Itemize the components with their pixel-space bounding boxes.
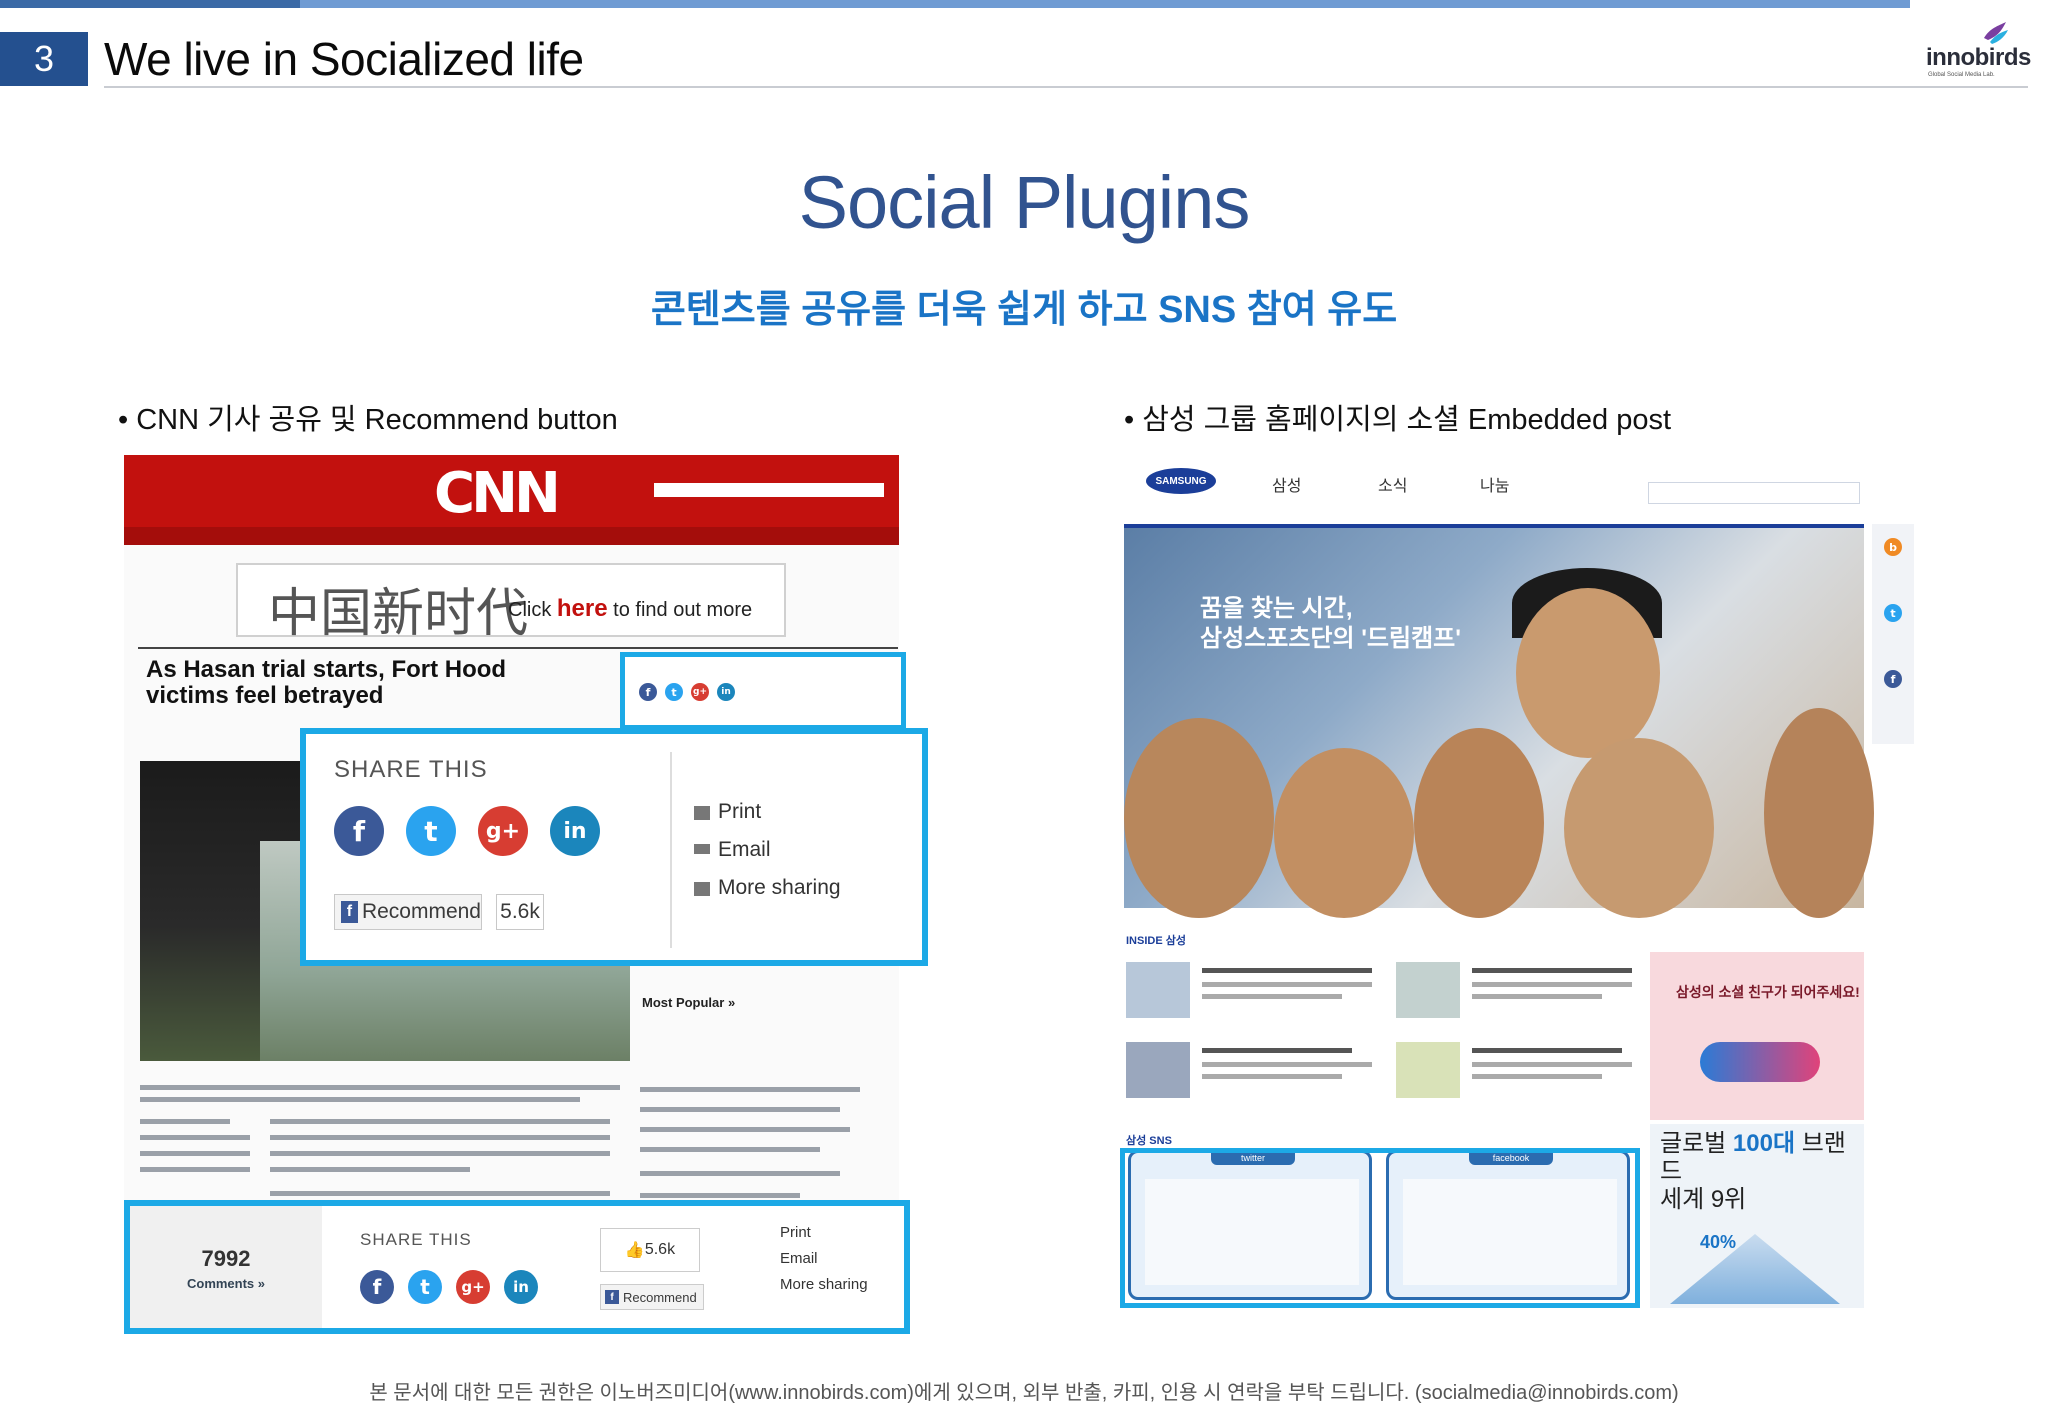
nav-item-samsung[interactable]: 삼성 [1272,472,1301,496]
ad-text: Click here to find out more [508,595,753,622]
more-sharing-link[interactable]: More sharing [718,876,841,900]
slide-number: 3 [0,32,88,86]
inside-samsung-label: INSIDE 삼성 [1126,935,1186,947]
top-accent-bar-right [300,0,1910,8]
twitter-icon[interactable]: t [408,1270,442,1304]
global-brand-ranking[interactable]: 글로벌 100대 브랜드 세계 9위 40% [1650,1124,1864,1308]
facebook-icon[interactable]: f [360,1270,394,1304]
inside-news-grid [1126,962,1636,1122]
print-link[interactable]: Print [718,800,761,824]
cnn-divider [138,647,898,649]
social-sidebar: b t f [1872,524,1914,744]
like-count: 5.6k [644,1241,676,1258]
google-plus-icon[interactable]: g+ [691,683,709,701]
more-sharing-icon [694,882,710,896]
section-subheading: 콘텐츠를 공유를 더욱 쉽게 하고 SNS 참여 유도 [650,289,1398,331]
section-heading: Social Plugins [798,161,1251,244]
bullet-samsung: • 삼성 그룹 홈페이지의 소셜 Embedded post [1124,404,1672,436]
more-sharing-link[interactable]: More sharing [780,1276,868,1293]
linkedin-icon[interactable]: in [550,806,600,856]
recommend-count: 5.6k [496,894,544,930]
ad-calligraphy: 中国新时代 [268,584,529,644]
brand-percent: 40% [1700,1232,1737,1252]
print-icon [694,806,710,820]
sns-highlight-frame [1120,1148,1640,1308]
cnn-ad-banner[interactable]: 中国新时代 Click here to find out more [236,563,786,644]
ranking-graphic [1670,1234,1840,1304]
google-plus-icon[interactable]: g+ [478,806,528,856]
share-widget-enlarged: SHARE THIS f t g+ in f Recommend 5.6k Pri… [300,728,928,966]
samsung-search-input[interactable] [1648,482,1860,504]
linkedin-icon[interactable]: in [504,1270,538,1304]
nav-item-news[interactable]: 소식 [1378,472,1407,496]
share-this-label: SHARE THIS [334,756,488,783]
bullet-cnn: • CNN 기사 공유 및 Recommend button [118,404,618,436]
facebook-icon[interactable]: f [639,683,657,701]
samsung-sns-label: 삼성 SNS [1126,1135,1172,1147]
most-popular-heading: Most Popular » [642,995,736,1010]
like-count-box[interactable]: 👍 5.6k [600,1228,700,1272]
comments-count: 7992 [201,1246,251,1271]
facebook-icon[interactable]: f [1884,670,1902,688]
social-friend-promo[interactable]: 삼성의 소셜 친구가 되어주세요! [1650,952,1864,1120]
thumbs-up-icon: 👍 [624,1242,645,1259]
share-widget-small: f t g+ in [620,652,906,730]
email-icon [694,844,710,854]
innobirds-logo: innobirds Global Social Media Lab. [1920,20,2031,80]
comments-link[interactable]: Comments » [130,1276,322,1291]
top-accent-bar-left [0,0,300,8]
samsung-hero-banner[interactable]: 꿈을 찾는 시간, 삼성스포츠단의 '드림캠프' [1124,524,1874,918]
share-bar-bottom: 7992 Comments » SHARE THIS f t g+ in 👍 5.… [124,1200,910,1334]
email-link[interactable]: Email [718,838,771,862]
cnn-logo: CNN [434,461,561,526]
cnn-article-headline: As Hasan trial starts, Fort Hood victims… [146,656,507,709]
facebook-icon[interactable]: f [334,806,384,856]
bird-icon [1984,22,2008,44]
title-divider [104,86,2028,88]
capsule-graphic [1700,1042,1820,1082]
comments-box[interactable]: 7992 Comments » [130,1206,322,1328]
nav-item-sharing[interactable]: 나눔 [1480,472,1509,496]
hero-caption: 꿈을 찾는 시간, 삼성스포츠단의 '드림캠프' [1200,595,1461,652]
twitter-icon[interactable]: t [665,683,683,701]
linkedin-icon[interactable]: in [717,683,735,701]
google-plus-icon[interactable]: g+ [456,1270,490,1304]
samsung-logo[interactable]: SAMSUNG [1146,468,1216,494]
copyright-footer: 본 문서에 대한 모든 권한은 이노버즈미디어(www.innobirds.co… [369,1382,1679,1404]
logo-wordmark: innobirds [1926,44,2031,71]
share-divider [670,752,672,948]
promo-text: 삼성의 소셜 친구가 되어주세요! [1676,984,1860,1000]
recommend-button[interactable]: f Recommend [600,1284,704,1310]
email-link[interactable]: Email [780,1250,818,1267]
coach-face [1516,588,1660,758]
slide-title: We live in Socialized life [104,33,584,85]
brand-ranking-title: 글로벌 100대 브랜드 세계 9위 [1660,1130,1846,1213]
cnn-nav-bar [124,527,899,545]
facebook-icon: f [605,1290,619,1304]
share-this-label: SHARE THIS [360,1230,472,1249]
logo-tagline: Global Social Media Lab. [1928,72,1995,78]
blog-icon[interactable]: b [1884,538,1902,556]
twitter-icon[interactable]: t [1884,604,1902,622]
recommend-button[interactable]: f Recommend [334,894,482,930]
twitter-icon[interactable]: t [406,806,456,856]
cnn-search-input[interactable] [654,483,884,497]
facebook-icon: f [341,901,358,923]
print-link[interactable]: Print [780,1224,811,1241]
